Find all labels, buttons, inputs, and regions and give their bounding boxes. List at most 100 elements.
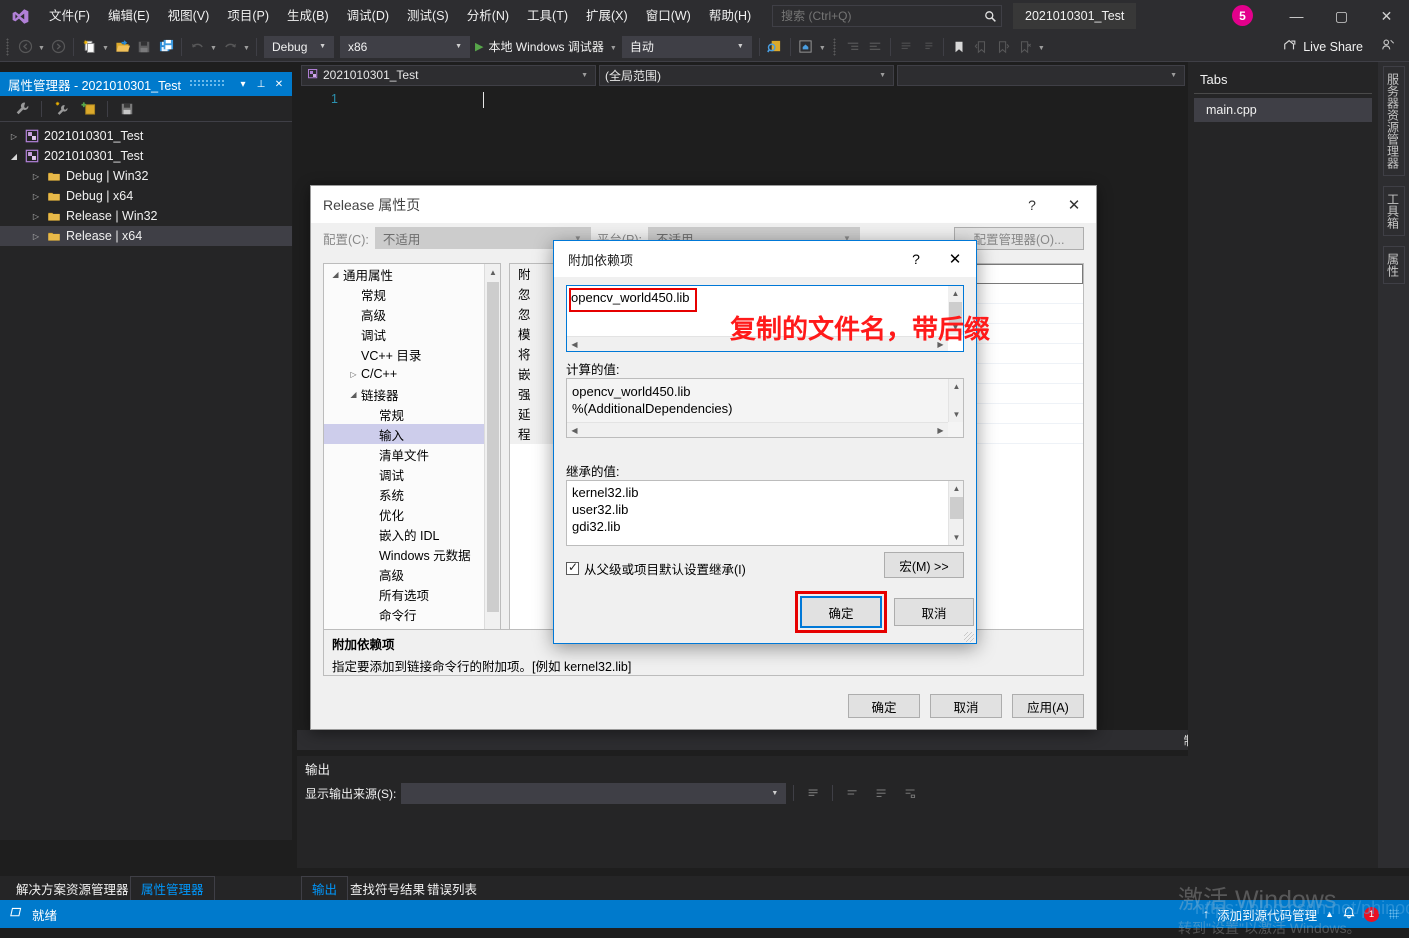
undo-caret-icon[interactable]: ▼ — [208, 35, 219, 59]
calculated-vertical-scrollbar[interactable]: ▲ ▼ — [948, 379, 963, 422]
toggle-wordwrap-icon[interactable] — [840, 783, 864, 804]
scroll-up-icon[interactable]: ▲ — [948, 286, 963, 301]
search-box[interactable] — [772, 5, 1003, 27]
notifications-bell-icon[interactable] — [1342, 906, 1356, 923]
indent-decrease-icon[interactable] — [842, 35, 864, 59]
undo-icon[interactable] — [186, 35, 208, 59]
scroll-thumb[interactable] — [487, 282, 499, 612]
menu-file[interactable]: 文件(F) — [40, 0, 99, 32]
menu-analyze[interactable]: 分析(N) — [458, 0, 518, 32]
home-caret-icon[interactable]: ▼ — [817, 35, 828, 59]
bottom-tab-solution-explorer[interactable]: 解决方案资源管理器 — [6, 876, 139, 900]
chevron-right-icon[interactable]: ▷ — [28, 232, 44, 241]
navigate-backward-caret-icon[interactable]: ▼ — [36, 35, 47, 59]
nav-scope-combo[interactable]: (全局范围) ▼ — [599, 64, 894, 86]
property-manager-tree-item[interactable]: ◢ 2021010301_Test — [0, 146, 292, 166]
properties-wrench-icon[interactable] — [10, 98, 34, 120]
chevron-right-icon[interactable]: ▷ — [346, 370, 361, 379]
indent-increase-icon[interactable] — [864, 35, 886, 59]
scroll-down-icon[interactable]: ▼ — [949, 407, 964, 422]
property-pages-tree-item[interactable]: 所有选项 — [324, 584, 500, 604]
panel-menu-icon[interactable]: ▾ — [234, 74, 252, 94]
resize-grip[interactable] — [1389, 909, 1399, 919]
property-tree-scrollbar[interactable]: ▲ ▼ — [484, 264, 500, 668]
nav-project-combo[interactable]: 2021010301_Test ▼ — [301, 64, 596, 86]
menu-debug[interactable]: 调试(D) — [338, 0, 398, 32]
add-new-property-sheet-icon[interactable] — [49, 98, 73, 120]
send-feedback-icon[interactable] — [1381, 38, 1395, 55]
property-pages-tree-item[interactable]: 调试 — [324, 324, 500, 344]
chevron-right-icon[interactable]: ▷ — [28, 192, 44, 201]
close-icon[interactable]: ✕ — [1052, 186, 1096, 223]
scroll-right-icon[interactable]: ▶ — [933, 423, 948, 438]
scroll-left-icon[interactable]: ◀ — [567, 337, 582, 352]
property-manager-tree-item[interactable]: ▷ Release | Win32 — [0, 206, 292, 226]
new-project-caret-icon[interactable]: ▼ — [100, 35, 111, 59]
maximize-button[interactable]: ▢ — [1319, 0, 1364, 32]
menu-build[interactable]: 生成(B) — [278, 0, 338, 32]
configuration-combo[interactable]: Debug ▼ — [264, 35, 334, 58]
chevron-right-icon[interactable]: ▷ — [28, 172, 44, 181]
redo-icon[interactable] — [219, 35, 241, 59]
vtab-properties[interactable]: 属性 — [1382, 246, 1405, 284]
new-project-icon[interactable] — [78, 35, 100, 59]
platform-combo[interactable]: x86 ▼ — [340, 35, 470, 58]
chevron-down-icon[interactable]: ◢ — [328, 270, 343, 279]
comment-icon[interactable] — [895, 35, 917, 59]
source-control-up-icon[interactable]: ↑ — [1203, 907, 1209, 921]
modal-cancel-button[interactable]: 取消 — [894, 598, 974, 626]
menu-help[interactable]: 帮助(H) — [700, 0, 760, 32]
property-pages-tree-item[interactable]: 清单文件 — [324, 444, 500, 464]
save-all-icon[interactable] — [155, 35, 177, 59]
property-pages-apply-button[interactable]: 应用(A) — [1012, 694, 1084, 718]
property-manager-tree-item[interactable]: ▷ Debug | Win32 — [0, 166, 292, 186]
property-pages-tree-item[interactable]: 调试 — [324, 464, 500, 484]
clear-bookmarks-icon[interactable] — [1014, 35, 1036, 59]
output-source-combo[interactable]: ▼ — [401, 782, 787, 804]
macros-button[interactable]: 宏(M) >> — [884, 552, 964, 578]
toolbar-grip[interactable] — [828, 32, 842, 62]
save-property-sheet-icon[interactable] — [115, 98, 139, 120]
property-pages-tree-item[interactable]: VC++ 目录 — [324, 344, 500, 364]
panel-close-icon[interactable]: ✕ — [270, 74, 288, 94]
property-pages-tree-item[interactable]: 嵌入的 IDL — [324, 524, 500, 544]
menu-edit[interactable]: 编辑(E) — [99, 0, 159, 32]
inherited-vertical-scrollbar[interactable]: ▲ ▼ — [948, 481, 963, 545]
property-pages-tree-item[interactable]: 系统 — [324, 484, 500, 504]
live-share-button[interactable]: Live Share — [1283, 38, 1363, 55]
menu-project[interactable]: 项目(P) — [218, 0, 278, 32]
property-pages-tree-item[interactable]: 输入 — [324, 424, 500, 444]
chevron-down-icon[interactable]: ◢ — [346, 390, 361, 399]
add-existing-property-sheet-icon[interactable] — [76, 98, 100, 120]
find-in-output-icon[interactable] — [898, 783, 922, 804]
auto-combo[interactable]: 自动 ▼ — [621, 35, 752, 58]
navigate-forward-icon[interactable] — [47, 35, 69, 59]
property-pages-tree-item[interactable]: 高级 — [324, 564, 500, 584]
go-to-message-icon[interactable] — [869, 783, 893, 804]
property-manager-tree-item[interactable]: ▷ 2021010301_Test — [0, 126, 292, 146]
menu-test[interactable]: 测试(S) — [398, 0, 458, 32]
menu-window[interactable]: 窗口(W) — [637, 0, 700, 32]
property-pages-tree-item[interactable]: ◢ 链接器 — [324, 384, 500, 404]
save-icon[interactable] — [133, 35, 155, 59]
search-input[interactable] — [781, 9, 984, 23]
modal-ok-button[interactable]: 确定 — [800, 596, 882, 628]
next-bookmark-icon[interactable] — [992, 35, 1014, 59]
menu-tools[interactable]: 工具(T) — [518, 0, 577, 32]
property-manager-tree-item[interactable]: ▷ Debug | x64 — [0, 186, 292, 206]
property-pages-tree-item[interactable]: 常规 — [324, 284, 500, 304]
resize-grip[interactable] — [964, 632, 974, 642]
scroll-down-icon[interactable]: ▼ — [949, 530, 964, 545]
scroll-left-icon[interactable]: ◀ — [567, 423, 582, 438]
toolbar-overflow-icon[interactable]: ▼ — [1036, 35, 1047, 59]
property-pages-tree-item[interactable]: Windows 元数据 — [324, 544, 500, 564]
vtab-server-explorer[interactable]: 服务器资源管理器 — [1382, 66, 1405, 176]
start-debugging-caret-icon[interactable]: ▼ — [608, 35, 619, 59]
scroll-up-icon[interactable]: ▲ — [485, 264, 500, 281]
tab-item-main-cpp[interactable]: main.cpp — [1194, 98, 1372, 122]
property-pages-tree-item[interactable]: 命令行 — [324, 604, 500, 624]
scroll-up-icon[interactable]: ▲ — [949, 379, 964, 394]
notification-badge[interactable]: 5 — [1232, 5, 1253, 26]
clear-output-icon[interactable] — [801, 783, 825, 804]
help-icon[interactable]: ? — [898, 241, 934, 277]
